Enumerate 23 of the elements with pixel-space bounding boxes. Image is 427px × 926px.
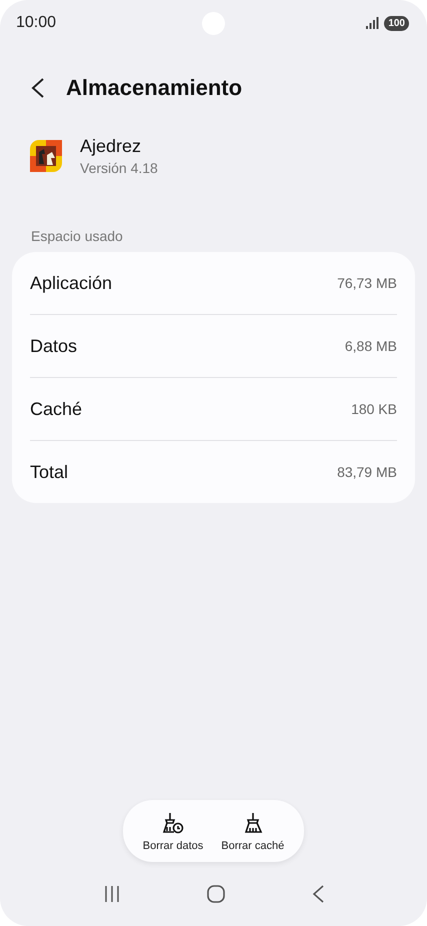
broom-clock-icon	[161, 810, 185, 834]
storage-size: 6,88 MB	[344, 338, 397, 354]
back-button[interactable]	[30, 77, 46, 99]
battery-icon: 100	[384, 16, 409, 30]
storage-size: 83,79 MB	[337, 464, 397, 480]
storage-label: Aplicación	[30, 272, 112, 294]
app-name: Ajedrez	[80, 136, 142, 157]
app-version: Versión 4.18	[80, 160, 158, 176]
section-label: Espacio usado	[30, 228, 123, 244]
recent-apps-button[interactable]	[102, 885, 120, 903]
storage-size: 76,73 MB	[337, 275, 397, 291]
home-button[interactable]	[206, 884, 226, 904]
status-time: 10:00	[16, 14, 56, 32]
app-icon	[30, 140, 62, 172]
storage-label: Caché	[30, 398, 82, 420]
storage-size: 180 KB	[351, 401, 397, 417]
storage-label: Datos	[30, 336, 78, 356]
signal-icon	[366, 17, 380, 29]
page-title: Almacenamiento	[66, 75, 242, 101]
back-nav-button[interactable]	[310, 884, 324, 904]
clear-data-button[interactable]: Borrar datos	[136, 800, 210, 862]
clear-cache-button[interactable]: Borrar caché	[215, 800, 290, 862]
storage-label: Total	[30, 462, 68, 482]
